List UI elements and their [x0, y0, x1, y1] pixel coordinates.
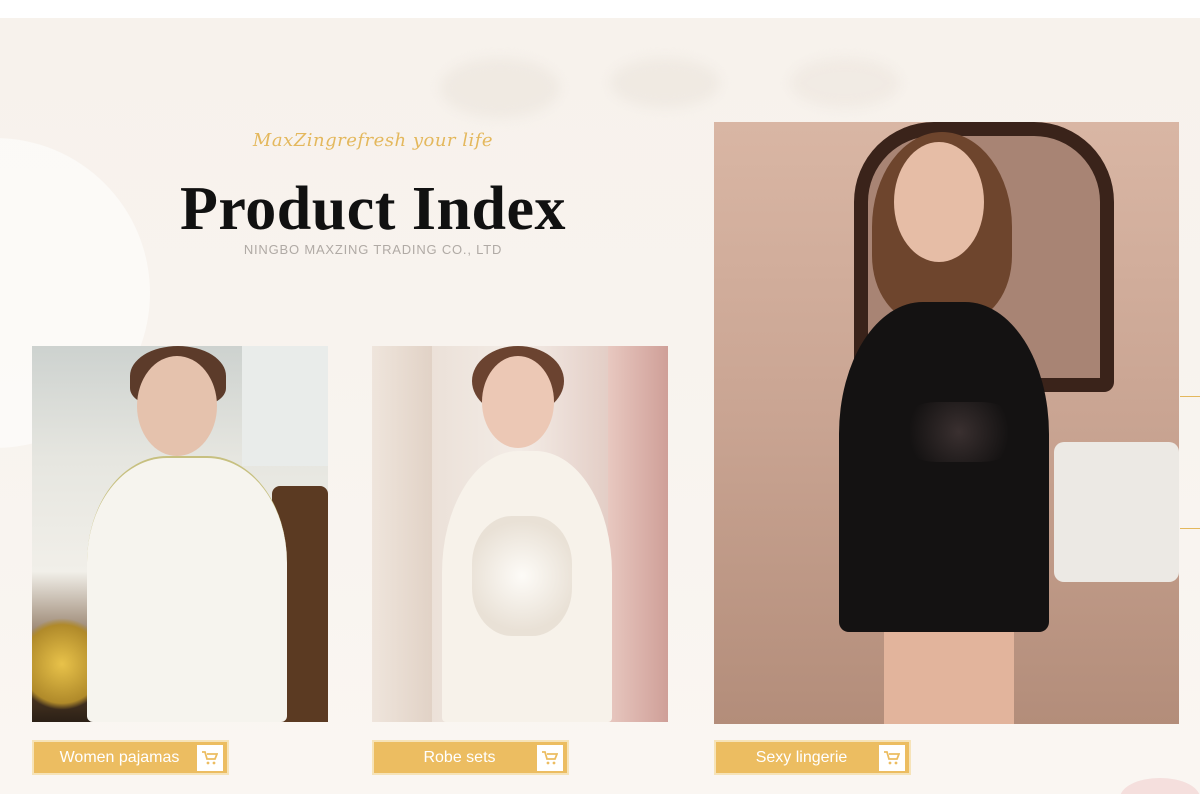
women-pajamas-button[interactable]: Women pajamas	[32, 740, 229, 775]
divider-line	[1180, 528, 1200, 529]
button-label: Sexy lingerie	[755, 748, 848, 766]
page-title: Product Index	[179, 175, 566, 243]
photo-detail	[904, 402, 1014, 462]
company-name: NINGBO MAXZING TRADING CO., LTD	[243, 242, 503, 257]
product-image-women-pajamas[interactable]	[32, 346, 328, 722]
photo-detail	[242, 346, 328, 466]
button-label: Women pajamas	[59, 748, 180, 766]
background-decoration	[610, 58, 720, 108]
shopping-cart-icon	[197, 744, 223, 771]
divider-line	[1180, 396, 1200, 397]
photo-detail	[608, 346, 668, 722]
product-index-section: MaxZingrefresh your life Product Index N…	[0, 18, 1200, 794]
photo-detail	[32, 606, 92, 722]
product-image-sexy-lingerie[interactable]	[714, 122, 1179, 724]
photo-detail	[1054, 442, 1179, 582]
sexy-lingerie-button[interactable]: Sexy lingerie	[714, 740, 911, 775]
shopping-cart-icon	[879, 744, 905, 771]
photo-detail	[482, 356, 554, 448]
background-decoration	[440, 58, 560, 118]
tagline: MaxZingrefresh your life	[252, 130, 494, 151]
photo-detail	[894, 142, 984, 262]
shopping-cart-icon	[537, 744, 563, 771]
button-label: Robe sets	[423, 748, 496, 766]
robe-sets-button[interactable]: Robe sets	[372, 740, 569, 775]
photo-detail	[472, 516, 572, 636]
photo-detail	[372, 346, 432, 722]
product-image-robe-sets[interactable]	[372, 346, 668, 722]
background-decoration	[1120, 778, 1200, 794]
background-decoration	[790, 58, 900, 108]
photo-detail	[839, 302, 1049, 632]
photo-detail	[87, 456, 287, 722]
photo-detail	[137, 356, 217, 456]
